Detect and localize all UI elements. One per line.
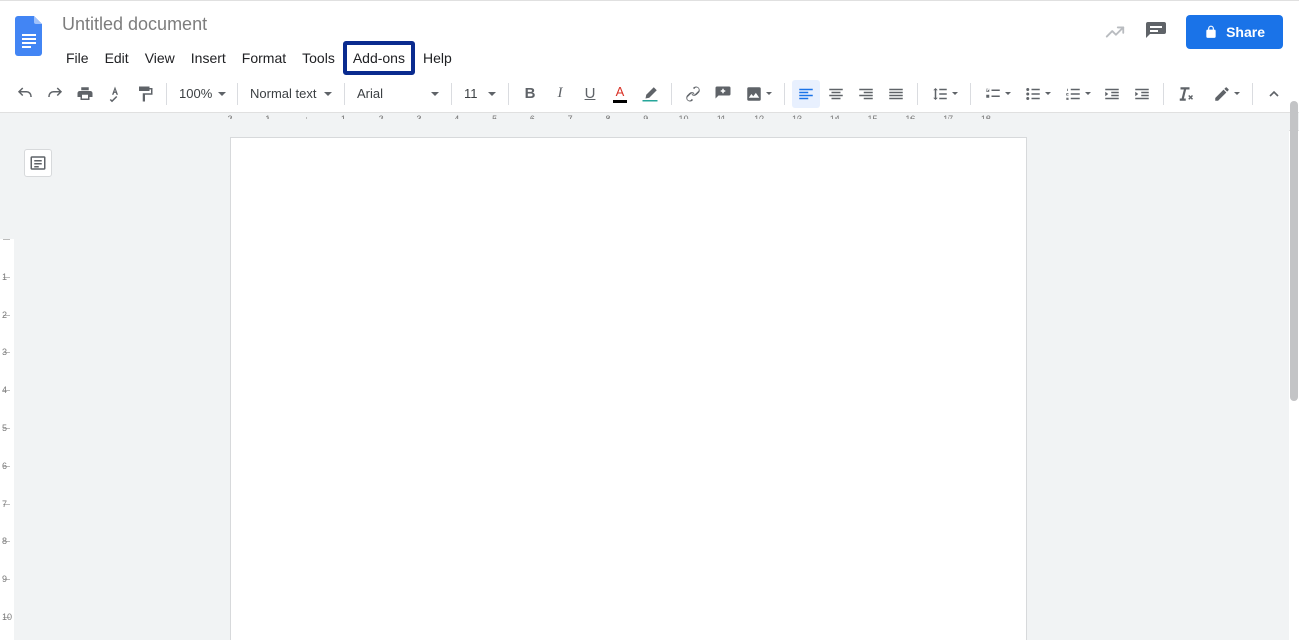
checklist-button[interactable] bbox=[978, 80, 1016, 108]
separator bbox=[784, 83, 785, 105]
title-area: Untitled document File Edit View Insert … bbox=[58, 7, 460, 75]
document-page[interactable] bbox=[230, 137, 1027, 640]
activity-icon[interactable] bbox=[1104, 21, 1126, 43]
document-outline-button[interactable] bbox=[24, 149, 52, 177]
menu-help[interactable]: Help bbox=[415, 45, 460, 71]
font-value: Arial bbox=[357, 86, 383, 101]
font-select[interactable]: Arial bbox=[351, 80, 445, 108]
add-comment-button[interactable] bbox=[709, 80, 737, 108]
undo-button[interactable] bbox=[11, 80, 39, 108]
menu-addons[interactable]: Add-ons bbox=[343, 41, 415, 75]
underline-button[interactable]: U bbox=[576, 80, 604, 108]
insert-image-button[interactable] bbox=[739, 80, 777, 108]
menu-insert[interactable]: Insert bbox=[183, 45, 234, 71]
align-right-button[interactable] bbox=[852, 80, 880, 108]
chevron-down-icon bbox=[766, 92, 772, 95]
document-title[interactable]: Untitled document bbox=[58, 11, 460, 37]
paragraph-style-select[interactable]: Normal text bbox=[244, 80, 338, 108]
chevron-down-icon bbox=[1005, 92, 1011, 95]
separator bbox=[1252, 83, 1253, 105]
scrollbar-thumb[interactable] bbox=[1290, 101, 1298, 401]
font-size-value: 11 bbox=[464, 86, 478, 101]
menu-tools[interactable]: Tools bbox=[294, 45, 343, 71]
separator bbox=[508, 83, 509, 105]
separator bbox=[451, 83, 452, 105]
workspace: 12345678910111213 bbox=[0, 119, 1289, 640]
separator bbox=[917, 83, 918, 105]
docs-logo-icon[interactable] bbox=[10, 11, 50, 61]
separator bbox=[970, 83, 971, 105]
chevron-down-icon bbox=[324, 92, 332, 96]
header-right: Share bbox=[1104, 7, 1289, 49]
paint-format-button[interactable] bbox=[131, 80, 159, 108]
chevron-down-icon bbox=[218, 92, 226, 96]
bulleted-list-button[interactable] bbox=[1018, 80, 1056, 108]
share-label: Share bbox=[1226, 24, 1265, 40]
separator bbox=[166, 83, 167, 105]
separator bbox=[344, 83, 345, 105]
menu-format[interactable]: Format bbox=[234, 45, 294, 71]
redo-button[interactable] bbox=[41, 80, 69, 108]
toolbar: 100% Normal text Arial 11 B I U A bbox=[0, 75, 1299, 113]
zoom-value: 100% bbox=[179, 86, 212, 101]
line-spacing-button[interactable] bbox=[925, 80, 963, 108]
text-color-button[interactable]: A bbox=[606, 80, 634, 108]
zoom-select[interactable]: 100% bbox=[173, 80, 231, 108]
insert-link-button[interactable] bbox=[679, 80, 707, 108]
chevron-down-icon bbox=[952, 92, 958, 95]
menu-file[interactable]: File bbox=[58, 45, 97, 71]
decrease-indent-button[interactable] bbox=[1098, 80, 1126, 108]
separator bbox=[671, 83, 672, 105]
collapse-toolbar-button[interactable] bbox=[1260, 80, 1288, 108]
font-size-select[interactable]: 11 bbox=[458, 80, 502, 108]
vertical-scrollbar[interactable] bbox=[1289, 101, 1299, 636]
lock-icon bbox=[1204, 25, 1218, 39]
comments-icon[interactable] bbox=[1144, 20, 1168, 44]
separator bbox=[237, 83, 238, 105]
menu-view[interactable]: View bbox=[137, 45, 183, 71]
highlight-color-button[interactable] bbox=[636, 80, 664, 108]
chevron-down-icon bbox=[431, 92, 439, 96]
align-justify-button[interactable] bbox=[882, 80, 910, 108]
numbered-list-button[interactable] bbox=[1058, 80, 1096, 108]
align-left-button[interactable] bbox=[792, 80, 820, 108]
share-button[interactable]: Share bbox=[1186, 15, 1283, 49]
print-button[interactable] bbox=[71, 80, 99, 108]
editing-mode-button[interactable] bbox=[1207, 80, 1245, 108]
spellcheck-button[interactable] bbox=[101, 80, 129, 108]
header: Untitled document File Edit View Insert … bbox=[0, 1, 1299, 75]
chevron-down-icon bbox=[1045, 92, 1051, 95]
chevron-down-icon bbox=[1234, 92, 1240, 95]
italic-button[interactable]: I bbox=[546, 80, 574, 108]
chevron-down-icon bbox=[1085, 92, 1091, 95]
increase-indent-button[interactable] bbox=[1128, 80, 1156, 108]
chevron-down-icon bbox=[488, 92, 496, 96]
separator bbox=[1163, 83, 1164, 105]
vertical-ruler[interactable]: 12345678910111213 bbox=[0, 239, 14, 640]
bold-button[interactable]: B bbox=[516, 80, 544, 108]
clear-formatting-button[interactable] bbox=[1171, 80, 1199, 108]
menubar: File Edit View Insert Format Tools Add-o… bbox=[58, 41, 460, 75]
align-center-button[interactable] bbox=[822, 80, 850, 108]
paragraph-style-value: Normal text bbox=[250, 86, 316, 101]
menu-edit[interactable]: Edit bbox=[97, 45, 137, 71]
